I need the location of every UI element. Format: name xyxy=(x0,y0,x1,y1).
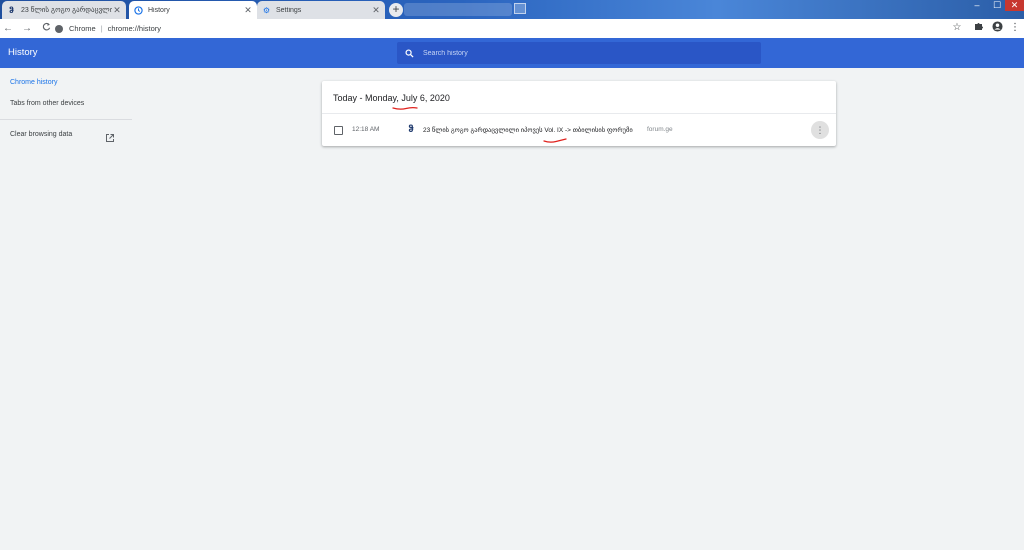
search-input[interactable] xyxy=(423,49,743,57)
sidebar-item-tabs-from-other-devices[interactable]: Tabs from other devices xyxy=(10,100,84,107)
omnibox-separator: | xyxy=(100,24,103,33)
close-icon[interactable]: ✕ xyxy=(371,5,381,16)
minimize-button[interactable]: – xyxy=(967,0,987,11)
sidebar-divider xyxy=(0,119,132,120)
tab-history[interactable]: History ✕ xyxy=(129,1,257,19)
close-icon[interactable]: ✕ xyxy=(112,5,122,16)
address-bar[interactable]: Chrome | chrome://history xyxy=(55,21,945,36)
url-text[interactable]: chrome://history xyxy=(108,24,161,33)
entry-title-link[interactable]: 23 წლის გოგო გარდაცვლილი იპოვეს Vol. IX … xyxy=(423,126,633,134)
background-window-icon xyxy=(514,3,526,14)
window-close-button[interactable]: ✕ xyxy=(1005,0,1024,11)
history-day-card: Today - Monday, July 6, 2020 12:18 AM ჵ … xyxy=(322,81,836,146)
tab-forum[interactable]: ჵ 23 წლის გოგო გარდაცვლილი ··· ✕ xyxy=(2,1,126,19)
close-icon[interactable]: ✕ xyxy=(243,5,253,16)
security-info-icon[interactable] xyxy=(55,24,63,33)
forward-arrow-icon[interactable]: → xyxy=(20,22,34,36)
search-box[interactable] xyxy=(397,42,761,64)
entry-time: 12:18 AM xyxy=(352,126,380,133)
entry-checkbox[interactable] xyxy=(334,126,343,135)
external-link-icon[interactable] xyxy=(105,130,115,142)
entry-domain: forum.ge xyxy=(647,126,673,133)
tab-label: History xyxy=(148,6,170,14)
history-entry[interactable]: 12:18 AM ჵ 23 წლის გოგო გარდაცვლილი იპოვ… xyxy=(322,114,836,146)
day-heading: Today - Monday, July 6, 2020 xyxy=(333,93,450,103)
profile-avatar-icon[interactable] xyxy=(990,21,1004,37)
new-tab-button[interactable]: + xyxy=(389,3,403,17)
reload-icon[interactable] xyxy=(39,22,53,36)
annotation-underline-date xyxy=(392,106,418,110)
extensions-puzzle-icon[interactable] xyxy=(972,21,986,36)
gear-icon: ⚙ xyxy=(262,5,271,15)
search-icon xyxy=(405,48,415,58)
sidebar: Chrome history Tabs from other devices C… xyxy=(0,68,135,550)
maximize-button[interactable]: ☐ xyxy=(987,0,1007,11)
forum-favicon: ჵ xyxy=(408,124,414,134)
background-window-tab xyxy=(404,3,512,16)
back-arrow-icon[interactable]: ← xyxy=(1,22,15,36)
page-title: History xyxy=(8,47,38,58)
bookmark-star-icon[interactable]: ☆ xyxy=(950,21,964,35)
tab-strip: ჵ 23 წლის გოგო გარდაცვლილი ··· ✕ History… xyxy=(0,0,1024,19)
forum-favicon: ჵ xyxy=(9,5,14,15)
chrome-menu-icon[interactable]: ⋮ xyxy=(1008,21,1022,35)
history-header: History xyxy=(0,38,1024,68)
tab-settings[interactable]: ⚙ Settings ✕ xyxy=(257,1,385,19)
tab-label: 23 წლის გოგო გარდაცვლილი ··· xyxy=(21,7,112,14)
browser-toolbar: ← → Chrome | chrome://history ☆ ⋮ xyxy=(0,19,1024,38)
chrome-chip: Chrome xyxy=(69,24,96,33)
more-actions-icon[interactable]: ⋮ xyxy=(811,121,829,139)
annotation-underline-vol xyxy=(543,138,567,143)
history-icon xyxy=(134,5,143,15)
tab-label: Settings xyxy=(276,6,302,14)
sidebar-item-clear-browsing-data[interactable]: Clear browsing data xyxy=(10,131,72,138)
sidebar-item-chrome-history[interactable]: Chrome history xyxy=(10,79,57,86)
